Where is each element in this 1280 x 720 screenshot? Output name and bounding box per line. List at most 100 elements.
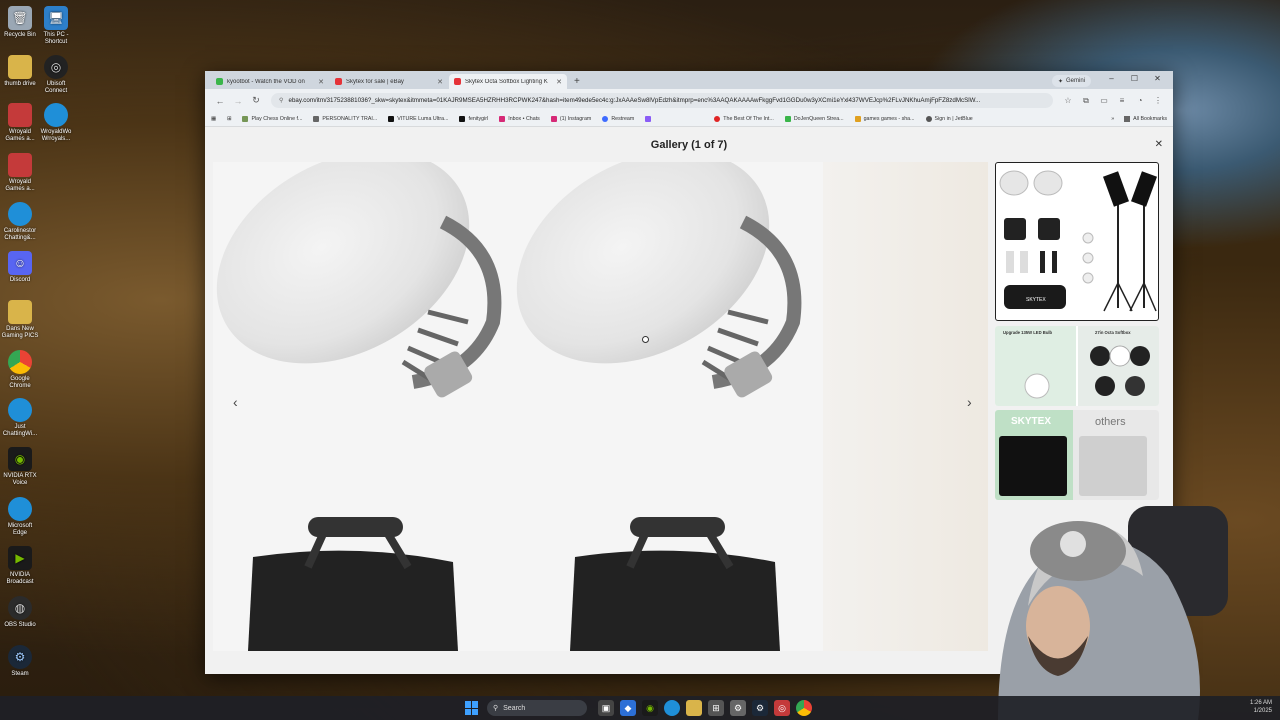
apps-grid-icon[interactable]: ⊞ <box>227 116 231 122</box>
tab-title: Skytex for sale | eBay <box>346 78 404 85</box>
restream-favicon-icon <box>602 116 609 122</box>
desktop-icon-label: Microsoft Edge <box>7 523 33 536</box>
taskbar: ⚲ Search ▣ ◆ ◉ ⊞ ⚙ ⚙ ◎ 1:26 AM 1/2025 <box>0 696 1280 720</box>
bookmark-personality[interactable]: PERSONALITY TRAI... <box>313 116 377 122</box>
store-icon[interactable]: ⊞ <box>708 700 724 716</box>
maximize-button[interactable]: ☐ <box>1123 74 1146 83</box>
bookmark-best-of[interactable]: The Best Of The Int... <box>714 116 774 122</box>
desktop-icon-recycle-bin[interactable]: 🗑 Recycle Bin <box>0 6 40 39</box>
desktop-icon-obs[interactable]: ◍ OBS Studio <box>0 596 40 629</box>
bookmark-label: Sign in | JetBlue <box>934 116 973 122</box>
close-icon[interactable]: ✕ <box>318 78 324 86</box>
globe-icon <box>925 116 932 122</box>
cast-icon[interactable]: ▭ <box>1095 96 1113 105</box>
all-bookmarks[interactable]: » All Bookmarks <box>1111 116 1167 122</box>
window-close-button[interactable]: ✕ <box>1146 74 1169 83</box>
nvidia-icon[interactable]: ◉ <box>642 700 658 716</box>
url-input[interactable]: ⚲ ebay.com/itm/317523881036?_skw=skytex&… <box>271 93 1053 108</box>
task-view-icon[interactable]: ▣ <box>598 700 614 716</box>
led-bulb-left <box>216 162 502 398</box>
menu-lines-icon[interactable]: ≡ <box>1113 96 1131 105</box>
bookmark-fenitygirl[interactable]: fenitygirl <box>459 116 488 122</box>
minimize-button[interactable]: – <box>1100 74 1123 83</box>
thumbnail-3[interactable]: SKYTEX others <box>995 410 1159 500</box>
desktop-icon-ubisoft[interactable]: ◎ Ubisoft Connect <box>36 55 76 95</box>
profile-icon[interactable]: ◔ <box>1131 96 1149 105</box>
address-bar-row: ← → ↻ ⚲ ebay.com/itm/317523881036?_skw=s… <box>205 89 1173 112</box>
bookmark-chess[interactable]: Play Chess Online f... <box>242 116 302 122</box>
chrome-icon[interactable] <box>796 700 812 716</box>
desktop-icon-nvidia-broadcast[interactable]: ▶ NVIDIA Broadcast <box>0 546 40 586</box>
close-icon[interactable]: ✕ <box>437 78 443 86</box>
desktop-icon-chrome[interactable]: Google Chrome <box>0 350 40 390</box>
steam-icon[interactable]: ⚙ <box>752 700 768 716</box>
thumbnail-softbox-image <box>1079 436 1147 496</box>
reload-button[interactable]: ↻ <box>247 95 265 106</box>
folder-icon <box>8 55 32 79</box>
desktop-icon-thumb[interactable]: thumb drive <box>0 55 40 88</box>
ebay-favicon-icon <box>454 78 461 85</box>
discord-icon: ☺ <box>8 251 32 275</box>
desktop-icon-steam[interactable]: ⚙ Steam <box>0 645 40 678</box>
extensions-icon[interactable]: ⧉ <box>1077 96 1095 106</box>
bookmark-instagram[interactable]: (1) Instagram <box>550 116 591 122</box>
ubisoft-icon: ◎ <box>44 55 68 79</box>
folder-icon <box>313 116 320 122</box>
desktop-icon-wroyald-2[interactable]: Wroyald Games a... <box>0 153 40 193</box>
gemini-button[interactable]: ✦ Gemini <box>1051 75 1091 87</box>
gallery-close-icon[interactable]: ✕ <box>1155 139 1163 150</box>
new-tab-button[interactable]: + <box>568 76 586 89</box>
desktop-icon-wroyald-1[interactable]: Wroyald Games a... <box>0 103 40 143</box>
thumbnail-caption: others <box>1095 416 1126 428</box>
copilot-icon[interactable]: ◆ <box>620 700 636 716</box>
prev-image-button[interactable]: ‹ <box>233 394 238 410</box>
carry-bag-left <box>248 517 458 651</box>
back-button[interactable]: ← <box>211 96 229 106</box>
kick-favicon-icon <box>784 116 791 122</box>
tab-skytex-ebay[interactable]: Skytex for sale | eBay ✕ <box>330 74 448 89</box>
next-image-button[interactable]: › <box>967 394 972 410</box>
window-controls: – ☐ ✕ <box>1100 74 1169 83</box>
desktop-icon-just-chatting[interactable]: Just ChattingWi... <box>0 398 40 438</box>
desktop-icon-label: OBS Studio <box>4 622 36 628</box>
edge-icon[interactable] <box>664 700 680 716</box>
desktop-icon-rtx-voice[interactable]: ◉ NVIDIA RTX Voice <box>0 447 40 487</box>
app-icon[interactable]: ◎ <box>774 700 790 716</box>
taskbar-search[interactable]: ⚲ Search <box>487 700 587 716</box>
close-icon[interactable]: ✕ <box>556 78 562 86</box>
carry-bag-right <box>570 517 780 651</box>
file-explorer-icon[interactable] <box>686 700 702 716</box>
forward-button[interactable]: → <box>229 96 247 106</box>
desktop-icon-this-pc[interactable]: 🖥 This PC - Shortcut <box>36 6 76 46</box>
all-bookmarks-label: All Bookmarks <box>1133 116 1167 122</box>
site-info-icon[interactable]: ⚲ <box>279 97 284 104</box>
system-tray-clock[interactable]: 1:26 AM 1/2025 <box>1250 699 1272 715</box>
tab-skytex-octa[interactable]: Skytex Octa Softbox Lighting K ✕ <box>449 74 567 89</box>
bookmark-unnamed[interactable] <box>645 116 654 122</box>
desktop-icon-discord[interactable]: ☺ Discord <box>0 251 40 284</box>
bookmark-jetblue[interactable]: Sign in | JetBlue <box>925 116 973 122</box>
sidebar-toggle-icon[interactable]: ▦ <box>211 116 216 122</box>
folder-icon <box>854 116 861 122</box>
windows-start-button[interactable] <box>465 701 479 715</box>
bookmark-star-icon[interactable]: ☆ <box>1059 96 1077 105</box>
led-bulb-right <box>516 162 802 398</box>
bookmark-restream[interactable]: Restream <box>602 116 634 122</box>
bookmark-dojenqueen[interactable]: DoJenQueen Strea... <box>784 116 844 122</box>
desktop-icon-edge[interactable]: Microsoft Edge <box>0 497 40 537</box>
settings-icon[interactable]: ⚙ <box>730 700 746 716</box>
instagram-favicon-icon <box>499 116 506 122</box>
thumbnail-2[interactable]: Upgrade 135W LED Bulb 27in Octa Softbox <box>995 326 1159 406</box>
youtube-favicon-icon <box>714 116 721 122</box>
steam-icon: ⚙ <box>8 645 32 669</box>
desktop-icon-wroyaldwo[interactable]: WroyaldWo Wrroyals... <box>36 103 76 143</box>
bookmark-inbox[interactable]: Inbox • Chats <box>499 116 540 122</box>
tab-kyootbot[interactable]: kyootbot - Watch the VOD on ✕ <box>211 74 329 89</box>
more-menu-icon[interactable]: ⋮ <box>1149 96 1167 105</box>
thumbnail-image <box>1024 345 1150 399</box>
bookmark-games[interactable]: games games - sha... <box>854 116 915 122</box>
thumbnail-1[interactable]: SKYTEX <box>995 162 1159 321</box>
desktop-icon-dans-pics[interactable]: Dans New Gaming PICS <box>0 300 40 340</box>
bookmark-viture[interactable]: VITURE Luma Ultra... <box>388 116 448 122</box>
desktop-icon-carolinestor[interactable]: Carolinestor Chatting&... <box>0 202 40 242</box>
